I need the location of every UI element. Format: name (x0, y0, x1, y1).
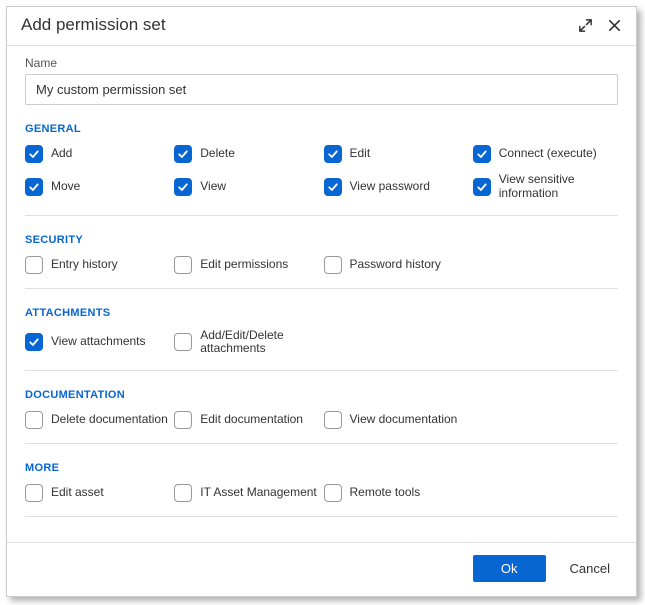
option-item: Edit documentation (174, 411, 319, 429)
checkbox[interactable] (174, 256, 192, 274)
checkbox[interactable] (25, 333, 43, 351)
expand-icon[interactable] (578, 18, 593, 33)
option-item: Add/Edit/Delete attachments (174, 329, 319, 357)
checkbox[interactable] (473, 145, 491, 163)
option-item: Delete (174, 145, 319, 163)
option-label: Edit (350, 147, 371, 161)
checkbox[interactable] (174, 484, 192, 502)
option-label: Delete documentation (51, 413, 168, 427)
options-grid: Edit asset IT Asset Management Remote tool… (25, 484, 618, 502)
checkbox[interactable] (25, 256, 43, 274)
checkbox[interactable] (324, 256, 342, 274)
section-more: MORE Edit asset IT Asset Management Remote … (25, 462, 618, 517)
section-title: DOCUMENTATION (25, 389, 618, 401)
checkbox[interactable] (174, 145, 192, 163)
checkbox[interactable] (25, 145, 43, 163)
cancel-button[interactable]: Cancel (570, 555, 610, 582)
section-title: MORE (25, 462, 618, 474)
option-label: View sensitive information (499, 173, 618, 201)
option-item: IT Asset Management (174, 484, 319, 502)
dialog-footer: Ok Cancel (7, 542, 636, 596)
checkbox[interactable] (324, 484, 342, 502)
checkbox[interactable] (174, 333, 192, 351)
option-label: Edit asset (51, 486, 104, 500)
checkbox[interactable] (174, 178, 192, 196)
section-security: SECURITY Entry history Edit permissions Pas… (25, 234, 618, 289)
section-title: SECURITY (25, 234, 618, 246)
checkbox[interactable] (324, 178, 342, 196)
option-item: Remote tools (324, 484, 469, 502)
dialog-header: Add permission set (7, 7, 636, 46)
section-general: GENERAL Add Delete Edit Connect (execute) Mov… (25, 123, 618, 216)
option-label: Add (51, 147, 72, 161)
section-title: GENERAL (25, 123, 618, 135)
option-label: Password history (350, 258, 441, 272)
name-label: Name (25, 56, 618, 70)
option-label: Edit documentation (200, 413, 303, 427)
option-item: View password (324, 173, 469, 201)
close-icon[interactable] (607, 18, 622, 33)
ok-button[interactable]: Ok (473, 555, 546, 582)
option-item: Password history (324, 256, 469, 274)
option-item: Entry history (25, 256, 170, 274)
checkbox[interactable] (473, 178, 491, 196)
section-attachments: ATTACHMENTS View attachments Add/Edit/Dele… (25, 307, 618, 372)
option-item: View sensitive information (473, 173, 618, 201)
checkbox[interactable] (25, 411, 43, 429)
option-label: Delete (200, 147, 235, 161)
header-icons (578, 18, 622, 33)
options-grid: View attachments Add/Edit/Delete attachme… (25, 329, 618, 357)
checkbox[interactable] (25, 484, 43, 502)
option-item: Edit (324, 145, 469, 163)
option-item: Delete documentation (25, 411, 170, 429)
option-item: Edit permissions (174, 256, 319, 274)
section-title: ATTACHMENTS (25, 307, 618, 319)
option-label: Add/Edit/Delete attachments (200, 329, 319, 357)
option-label: Edit permissions (200, 258, 288, 272)
dialog-title: Add permission set (21, 15, 578, 35)
option-item: View attachments (25, 329, 170, 357)
options-grid: Entry history Edit permissions Password hi… (25, 256, 618, 274)
option-item: Edit asset (25, 484, 170, 502)
option-item: Connect (execute) (473, 145, 618, 163)
option-item: Move (25, 173, 170, 201)
dialog-content: Name GENERAL Add Delete Edit Connect (execut… (7, 46, 636, 542)
option-label: View attachments (51, 335, 146, 349)
option-label: Entry history (51, 258, 118, 272)
checkbox[interactable] (174, 411, 192, 429)
add-permission-set-dialog: Add permission set Name GENERAL Add Delete… (6, 6, 637, 597)
section-documentation: DOCUMENTATION Delete documentation Edit do… (25, 389, 618, 444)
option-item: Add (25, 145, 170, 163)
options-grid: Add Delete Edit Connect (execute) Move View Vi… (25, 145, 618, 201)
name-input[interactable] (25, 74, 618, 105)
options-grid: Delete documentation Edit documentation Vi… (25, 411, 618, 429)
option-item: View documentation (324, 411, 469, 429)
checkbox[interactable] (324, 145, 342, 163)
option-label: View (200, 180, 226, 194)
checkbox[interactable] (25, 178, 43, 196)
option-label: IT Asset Management (200, 486, 317, 500)
checkbox[interactable] (324, 411, 342, 429)
option-item: View (174, 173, 319, 201)
option-label: View documentation (350, 413, 458, 427)
option-label: Move (51, 180, 80, 194)
option-label: View password (350, 180, 430, 194)
option-label: Connect (execute) (499, 147, 597, 161)
option-label: Remote tools (350, 486, 421, 500)
